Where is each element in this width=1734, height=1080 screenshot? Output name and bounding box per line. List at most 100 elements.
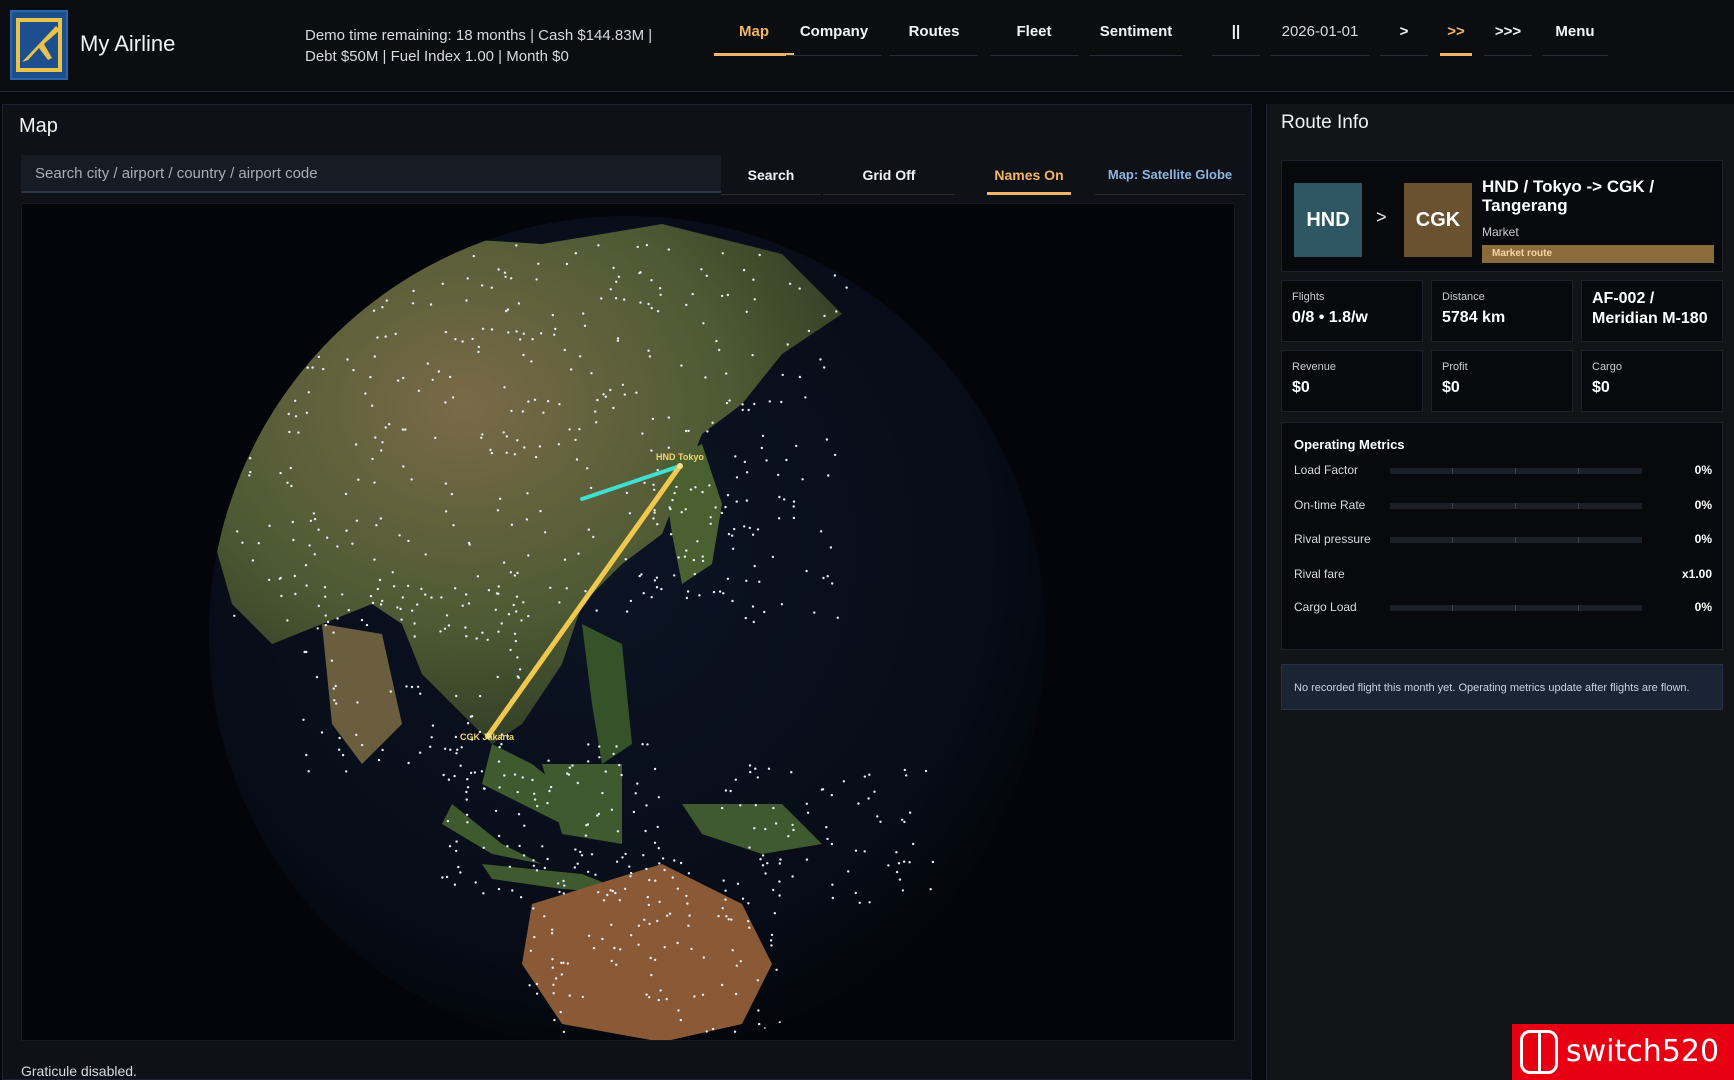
airport-dot[interactable] xyxy=(656,523,659,526)
airport-dot[interactable] xyxy=(647,903,650,907)
airport-dot[interactable] xyxy=(701,555,704,558)
airport-dot[interactable] xyxy=(541,845,544,848)
airport-dot[interactable] xyxy=(242,360,246,363)
airport-dot[interactable] xyxy=(807,329,811,333)
airport-dot[interactable] xyxy=(677,1009,680,1012)
airport-dot[interactable] xyxy=(669,533,673,536)
airport-dot[interactable] xyxy=(307,248,311,251)
airport-dot[interactable] xyxy=(687,924,690,927)
airport-dot[interactable] xyxy=(523,446,526,449)
airport-dot[interactable] xyxy=(761,854,765,857)
airport-dot[interactable] xyxy=(443,747,447,750)
airport-dot[interactable] xyxy=(729,789,732,793)
airport-dot[interactable] xyxy=(509,571,513,574)
airport-dot[interactable] xyxy=(517,302,521,305)
airport-dot[interactable] xyxy=(347,608,350,612)
airport-dot[interactable] xyxy=(332,687,335,690)
airport-dot[interactable] xyxy=(352,368,355,372)
airport-dot[interactable] xyxy=(317,528,320,531)
airport-dot[interactable] xyxy=(597,812,601,816)
airport-dot[interactable] xyxy=(489,448,492,452)
airport-dot[interactable] xyxy=(711,1027,715,1031)
airport-dot[interactable] xyxy=(757,1009,760,1012)
airport-dot[interactable] xyxy=(380,449,383,452)
airport-dot[interactable] xyxy=(644,829,647,833)
airport-dot[interactable] xyxy=(573,866,576,869)
airport-dot[interactable] xyxy=(305,584,308,587)
airport-dot[interactable] xyxy=(467,602,471,605)
airport-dot[interactable] xyxy=(279,471,282,475)
airport-dot[interactable] xyxy=(469,715,473,718)
airport-dot[interactable] xyxy=(341,593,344,596)
airport-dot[interactable] xyxy=(396,379,400,382)
airport-dot[interactable] xyxy=(634,792,637,795)
airport-dot[interactable] xyxy=(673,859,676,862)
airport-dot[interactable] xyxy=(324,614,327,617)
airport-dot[interactable] xyxy=(908,811,912,814)
airport-dot[interactable] xyxy=(863,775,866,778)
airport-dot[interactable] xyxy=(827,474,830,477)
airport-dot[interactable] xyxy=(404,260,407,263)
airport-dot[interactable] xyxy=(659,989,662,992)
airport-dot[interactable] xyxy=(587,934,591,937)
airport-dot[interactable] xyxy=(248,431,252,434)
airport-dot[interactable] xyxy=(513,453,517,456)
airport-dot[interactable] xyxy=(680,511,683,514)
airport-dot[interactable] xyxy=(578,355,582,358)
airport-dot[interactable] xyxy=(494,809,498,813)
airport-dot[interactable] xyxy=(335,257,338,260)
airport-dot[interactable] xyxy=(568,766,571,769)
airport-dot[interactable] xyxy=(471,337,474,341)
airport-dot[interactable] xyxy=(648,878,651,882)
airport-dot[interactable] xyxy=(620,773,623,777)
airport-dot[interactable] xyxy=(741,897,745,900)
airport-dot[interactable] xyxy=(498,745,501,749)
airport-dot[interactable] xyxy=(655,576,659,579)
airport-dot[interactable] xyxy=(402,376,405,380)
airport-dot[interactable] xyxy=(773,912,776,915)
airport-dot[interactable] xyxy=(333,699,336,702)
airport-dot[interactable] xyxy=(324,623,328,627)
airport-dot[interactable] xyxy=(879,820,882,823)
airport-dot[interactable] xyxy=(516,571,519,575)
airport-dot[interactable] xyxy=(758,580,761,583)
airport-dot[interactable] xyxy=(577,552,580,555)
airport-dot[interactable] xyxy=(500,622,503,625)
airport-dot[interactable] xyxy=(557,443,561,446)
airport-dot[interactable] xyxy=(743,525,746,528)
airport-dot[interactable] xyxy=(702,322,705,325)
airport-dot[interactable] xyxy=(400,618,403,621)
airport-dot[interactable] xyxy=(598,756,601,759)
airport-dot[interactable] xyxy=(398,534,401,537)
airport-dot[interactable] xyxy=(517,676,520,679)
airport-dot[interactable] xyxy=(734,455,737,458)
airport-dot[interactable] xyxy=(330,659,334,662)
globe-map[interactable]: HND Tokyo CGK Jakarta xyxy=(22,204,1235,1041)
airport-dot[interactable] xyxy=(745,310,748,313)
airport-dot[interactable] xyxy=(444,330,448,334)
airport-dot[interactable] xyxy=(650,449,653,452)
airport-dot[interactable] xyxy=(854,891,857,895)
airport-dot[interactable] xyxy=(769,939,773,942)
airport-dot[interactable] xyxy=(825,826,828,829)
airport-dot[interactable] xyxy=(671,498,674,502)
airport-dot[interactable] xyxy=(680,364,683,367)
aircraft-card[interactable]: AF-002 / Meridian M-180 xyxy=(1581,280,1723,342)
airport-dot[interactable] xyxy=(709,516,712,519)
airport-dot[interactable] xyxy=(534,455,538,459)
airport-dot[interactable] xyxy=(454,735,458,739)
airport-dot[interactable] xyxy=(667,416,670,419)
airport-dot[interactable] xyxy=(245,301,249,304)
airport-dot[interactable] xyxy=(455,752,458,755)
airport-dot[interactable] xyxy=(375,524,378,527)
airport-dot[interactable] xyxy=(495,592,499,595)
airport-dot[interactable] xyxy=(360,743,364,747)
airport-dot[interactable] xyxy=(482,846,485,849)
airport-dot[interactable] xyxy=(616,830,620,833)
airport-dot[interactable] xyxy=(733,527,736,531)
airport-dot[interactable] xyxy=(431,378,434,381)
airport-dot[interactable] xyxy=(456,748,459,751)
airport-dot[interactable] xyxy=(706,430,709,433)
airport-dot[interactable] xyxy=(696,540,699,543)
airport-dot[interactable] xyxy=(609,889,612,892)
